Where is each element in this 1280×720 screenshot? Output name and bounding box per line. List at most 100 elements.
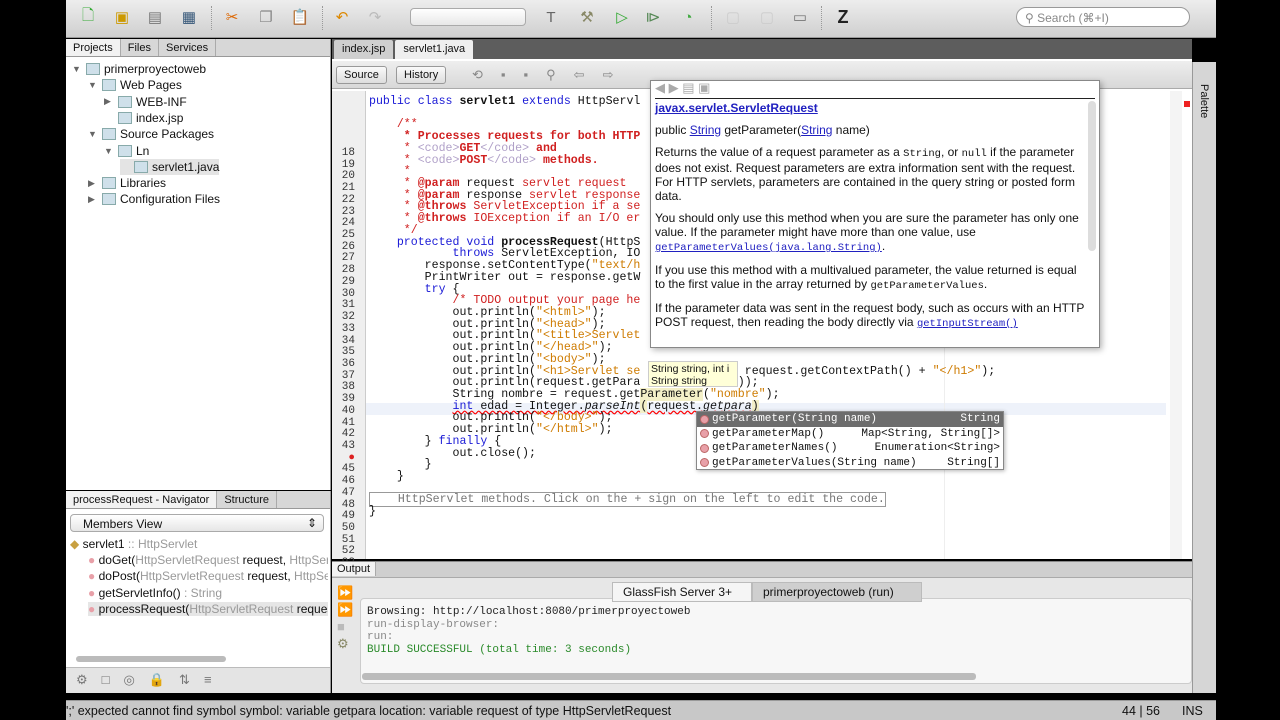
copy-icon[interactable]: ❐: [255, 6, 277, 28]
new-file-icon[interactable]: 🗋: [77, 6, 99, 28]
code-line[interactable]: }: [369, 471, 404, 483]
code-token: "</h1>": [932, 364, 982, 378]
back-arrow-icon[interactable]: ◀: [655, 81, 669, 95]
get-input-stream-link[interactable]: getInputStream(): [917, 318, 1018, 330]
tree-item[interactable]: ▼ Ln: [104, 143, 149, 159]
new-project-icon[interactable]: ▣: [111, 6, 133, 28]
error-stripe-marker[interactable]: [1184, 101, 1190, 107]
tab-servlet1-java[interactable]: servlet1.java: [395, 40, 474, 59]
editor-toolbar-icons[interactable]: ⟲▪▪⚲⇦⇨: [472, 67, 631, 83]
run-icon[interactable]: ▷: [611, 6, 633, 28]
member-rest: HttpSer: [289, 553, 328, 567]
completion-name: getParameterValues(String name): [712, 456, 917, 469]
completion-item[interactable]: getParameter(String name) String: [697, 412, 1003, 427]
completion-item[interactable]: getParameterNames() Enumeration<String>: [697, 441, 1003, 456]
navigator-filters[interactable]: ⚙□◎🔒⇅≡: [66, 667, 330, 693]
configuration-select[interactable]: [410, 8, 526, 26]
sort-source-icon[interactable]: ≡: [204, 672, 226, 687]
tree-item[interactable]: servlet1.java: [120, 158, 220, 175]
code-line[interactable]: HttpServlet methods. Click on the + sign…: [369, 492, 886, 508]
code-line[interactable]: public class servlet1 extends HttpServl: [369, 96, 640, 108]
undo-icon[interactable]: ↶: [331, 6, 353, 28]
pause-icon[interactable]: ▢: [756, 6, 778, 28]
javadoc-paragraph: If the parameter data was sent in the re…: [655, 301, 1085, 330]
debug-icon[interactable]: ⧐: [642, 6, 664, 28]
history-button[interactable]: History: [396, 66, 447, 84]
expand-toggle-icon[interactable]: ▶: [88, 194, 98, 205]
completion-item[interactable]: getParameterValues(String name) String[]: [697, 456, 1003, 471]
tab-output[interactable]: Output: [332, 562, 377, 576]
navigator-scrollbar[interactable]: [76, 656, 226, 662]
tab-navigator[interactable]: processRequest - Navigator: [66, 491, 218, 508]
open-project-icon[interactable]: ▤: [144, 6, 166, 28]
tree-item[interactable]: index.jsp: [104, 110, 183, 126]
forward-arrow-icon[interactable]: ▶: [669, 81, 683, 95]
member-bold: reques: [296, 601, 328, 616]
completion-item[interactable]: getParameterMap() Map<String, String[]>: [697, 427, 1003, 442]
completion-type: String: [960, 413, 1000, 426]
tree-item-label: index.jsp: [136, 110, 184, 125]
source-button[interactable]: Source: [336, 66, 387, 84]
tree-item[interactable]: ▼ Web Pages: [88, 77, 182, 93]
cut-icon[interactable]: ✂: [221, 6, 243, 28]
output-scrollbar[interactable]: [362, 673, 976, 680]
javadoc-class-link[interactable]: javax.servlet.ServletRequest: [655, 101, 818, 115]
navigator-member[interactable]: ● doPost(HttpServletRequest request, Htt…: [88, 569, 328, 583]
navigator-member[interactable]: ● processRequest(HttpServletRequest requ…: [88, 601, 328, 616]
redo-icon[interactable]: ↷: [364, 6, 386, 28]
navigator-member[interactable]: ● doGet(HttpServletRequest request, Http…: [88, 553, 328, 567]
method-icon: ●: [88, 601, 99, 616]
tab-index-jsp[interactable]: index.jsp: [334, 40, 394, 59]
tab-glassfish-server[interactable]: GlassFish Server 3+: [612, 582, 752, 602]
tab-run-output[interactable]: primerproyectoweb (run): [752, 582, 922, 602]
filter-icon[interactable]: ⚙: [76, 672, 102, 687]
sort-alpha-icon[interactable]: ⇅: [179, 672, 204, 687]
tab-files[interactable]: Files: [121, 39, 159, 56]
expand-toggle-icon[interactable]: ▼: [72, 64, 82, 74]
profile-icon[interactable]: ◔: [677, 6, 699, 28]
tree-item[interactable]: ▼ Source Packages: [88, 126, 214, 142]
tree-item[interactable]: ▼ primerproyectoweb: [72, 61, 206, 77]
folder-icon: [118, 144, 132, 157]
paste-icon[interactable]: 📋: [289, 6, 311, 28]
lock-icon[interactable]: 🔒: [149, 672, 179, 687]
search-input[interactable]: ⚲ Search (⌘+I): [1016, 7, 1190, 27]
tab-projects[interactable]: Projects: [66, 39, 121, 56]
member-params: HttpServletRequest: [135, 553, 243, 567]
rerun-icon[interactable]: ⏩: [337, 584, 353, 601]
apply-icon[interactable]: ▢: [722, 6, 744, 28]
tree-item[interactable]: ▶ WEB-INF: [104, 94, 187, 110]
tab-services[interactable]: Services: [159, 39, 217, 56]
code-line[interactable]: }: [369, 506, 376, 518]
javadoc-scrollbar[interactable]: [1088, 101, 1096, 251]
folder-icon: [118, 95, 132, 108]
static-icon[interactable]: ◎: [124, 672, 149, 687]
expand-toggle-icon[interactable]: ▼: [88, 129, 98, 139]
external-browser-icon[interactable]: ▣: [698, 81, 710, 95]
editor-scrollbar[interactable]: [1170, 91, 1182, 559]
stop-icon[interactable]: ■: [337, 618, 353, 635]
navigator-class[interactable]: ◆ servlet1 :: HttpServlet: [70, 537, 197, 551]
tree-item[interactable]: ▶ Libraries: [88, 175, 166, 191]
expand-toggle-icon[interactable]: ▶: [104, 96, 114, 107]
code-token: @throws: [417, 212, 467, 226]
monitor-icon[interactable]: ▭: [789, 6, 811, 28]
members-view-select[interactable]: Members View ⇕: [70, 514, 324, 532]
expand-toggle-icon[interactable]: ▼: [104, 146, 114, 156]
palette-label[interactable]: Palette: [1198, 84, 1210, 118]
clean-build-icon[interactable]: ⚒: [576, 6, 598, 28]
output-line: run-display-browser:: [367, 618, 500, 631]
expand-toggle-icon[interactable]: ▶: [88, 178, 98, 189]
fields-icon[interactable]: □: [102, 672, 124, 687]
zend-icon[interactable]: Z: [832, 6, 854, 28]
expand-toggle-icon[interactable]: ▼: [88, 80, 98, 90]
tab-structure[interactable]: Structure: [217, 491, 277, 508]
build-icon[interactable]: T: [540, 6, 562, 28]
rerun-params-icon[interactable]: ⏩: [337, 601, 353, 618]
open-source-icon[interactable]: ▤: [682, 81, 698, 95]
settings-icon[interactable]: ⚙: [337, 635, 353, 652]
save-all-icon[interactable]: ▦: [178, 6, 200, 28]
tree-item[interactable]: ▶ Configuration Files: [88, 191, 220, 207]
navigator-member[interactable]: ● getServletInfo() : String: [88, 586, 328, 600]
palette-sidebar[interactable]: Palette: [1192, 62, 1216, 693]
